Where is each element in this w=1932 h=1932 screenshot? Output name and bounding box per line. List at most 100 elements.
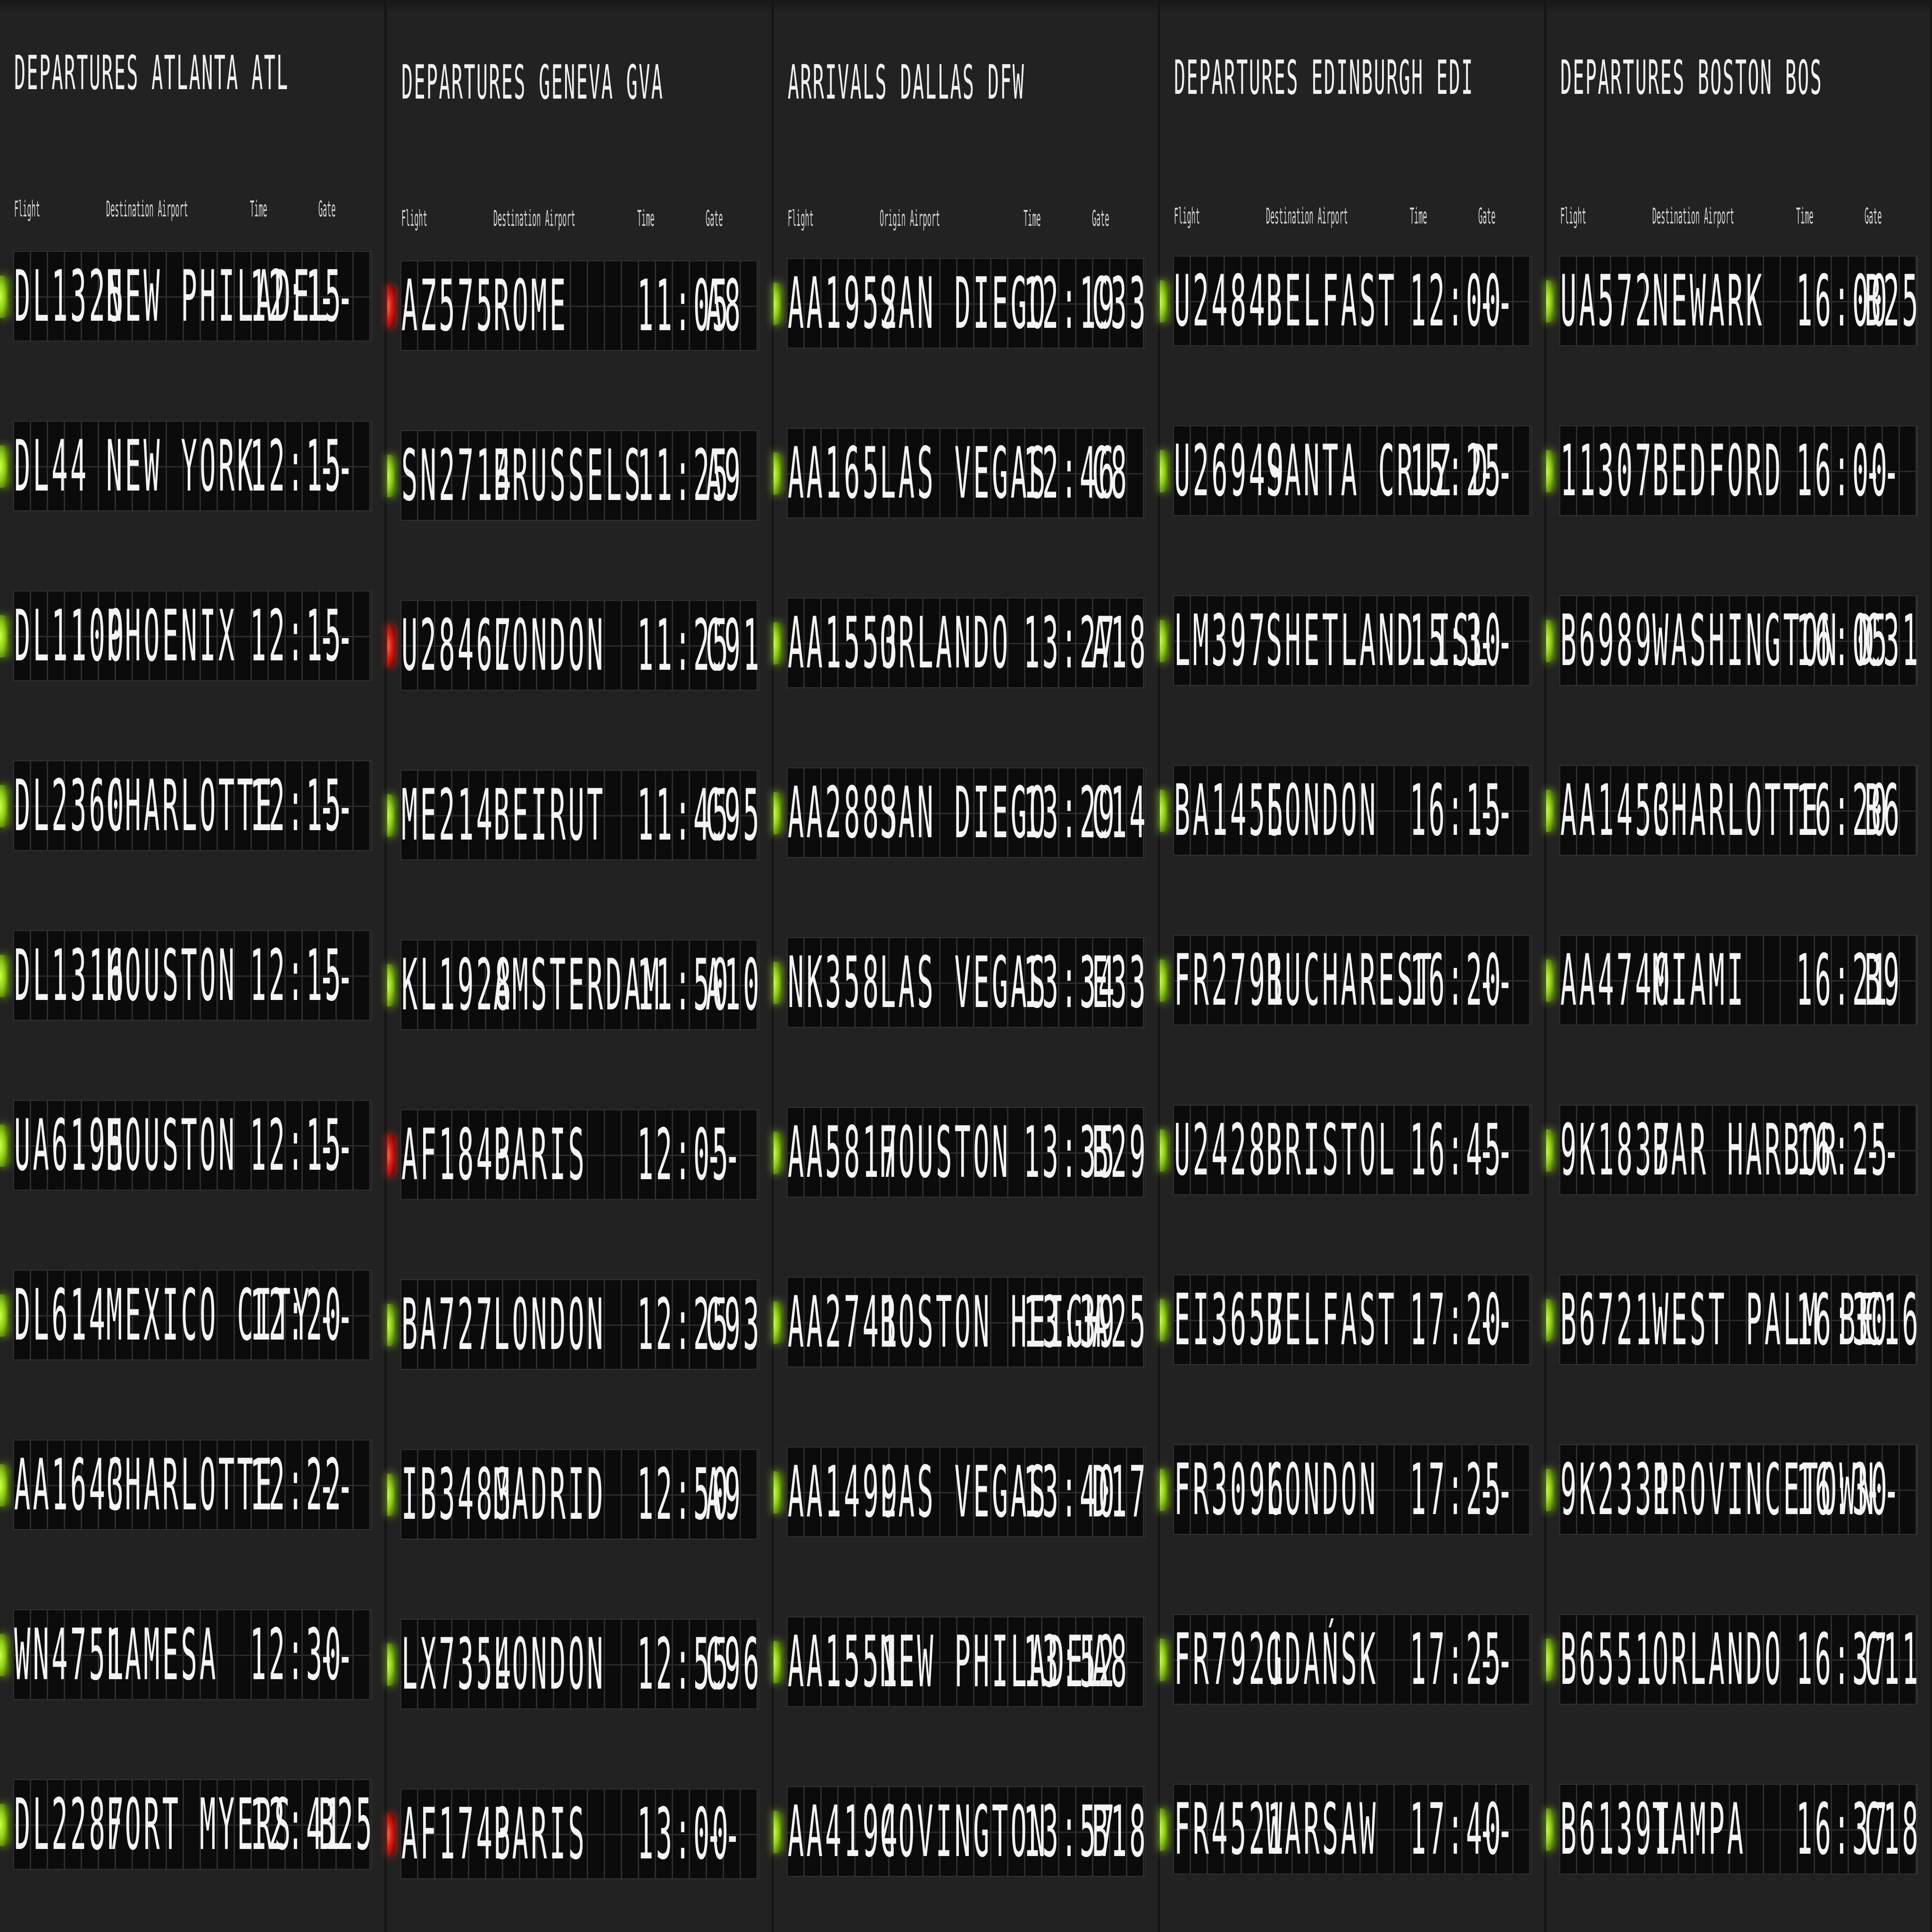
place-cell: ORLANDO: [880, 602, 1011, 684]
status-lamp-icon: [774, 452, 781, 495]
flight-row: EI3657 BELFAST 17:20 --: [1160, 1274, 1544, 1365]
gate-cell: A25: [1092, 1282, 1148, 1364]
column-header-time: Time: [637, 206, 655, 231]
status-lamp-icon: [774, 622, 781, 665]
column-header-place: Destination Airport: [493, 206, 575, 231]
gate-cell: --: [1478, 430, 1516, 512]
place-cell: TAMPA: [1652, 1789, 1746, 1871]
column-header-flight: Flight: [401, 206, 427, 231]
gate-cell: --: [1478, 1449, 1516, 1531]
place-cell: PARIS: [493, 1114, 587, 1196]
place-cell: LONDON: [493, 605, 606, 687]
gate-cell: B6: [1865, 770, 1902, 852]
flight-board-3: ARRIVALS DALLAS DFW Flight Origin Airport T…: [774, 0, 1160, 1932]
gate-cell: C8: [1092, 433, 1130, 515]
place-cell: GDAŃSK: [1266, 1619, 1378, 1701]
flight-row: B6721 WEST PALM BE 16:30 C16: [1546, 1274, 1930, 1365]
place-cell: WARSAW: [1266, 1789, 1378, 1871]
gate-cell: C33: [1092, 263, 1148, 345]
flight-cell: NK358: [788, 942, 882, 1024]
gate-cell: C93: [706, 1284, 762, 1366]
gate-cell: --: [318, 1274, 356, 1357]
gate-cell: B18: [1092, 1791, 1148, 1873]
status-lamp-icon: [1160, 1808, 1167, 1851]
flight-row: AF1743 PARIS 13:00 --: [387, 1789, 772, 1879]
flight-row: 9K2331 PROVINCETOWN 16:30 --: [1546, 1444, 1930, 1535]
status-lamp-icon: [1546, 280, 1554, 323]
place-cell: ORLANDO: [1652, 1619, 1783, 1701]
flight-row: LM397 SHETLAND ISL 15:30 --: [1160, 595, 1544, 686]
flight-board-5: DEPARTURES BOSTON BOS Flight Destination A…: [1546, 0, 1932, 1932]
flight-row: U2428 BRISTOL 16:45 --: [1160, 1105, 1544, 1195]
place-cell: BRISTOL: [1266, 1109, 1397, 1191]
status-lamp-icon: [774, 962, 781, 1004]
column-header-time: Time: [1024, 206, 1041, 231]
departure-boards: DEPARTURES ATLANTA ATL Flight Destination …: [0, 0, 1932, 1932]
column-header-time: Time: [250, 196, 267, 222]
flight-row: AA1553 ORLANDO 13:27 A18: [774, 598, 1158, 688]
status-lamp-icon: [774, 1641, 781, 1683]
place-cell: HOUSTON: [880, 1112, 1011, 1194]
status-lamp-icon: [0, 445, 8, 488]
flight-row: NK358 LAS VEGAS 13:34 E33: [774, 937, 1158, 1028]
flight-row: B6551 ORLANDO 16:37 C11: [1546, 1614, 1930, 1705]
gate-cell: C14: [1092, 772, 1148, 854]
place-cell: BEDFORD: [1652, 430, 1783, 512]
board-title: ARRIVALS DALLAS DFW: [788, 55, 1025, 110]
flight-board-4: DEPARTURES EDINBURGH EDI Flight Destinatio…: [1160, 0, 1546, 1932]
status-lamp-icon: [1546, 620, 1554, 662]
flight-row: KL1928 AMSTERDAM 11:50 A10: [387, 940, 772, 1030]
status-lamp-icon: [1546, 450, 1554, 492]
gate-cell: --: [1478, 1279, 1516, 1361]
flight-row: 11307 BEDFORD 16:00 --: [1546, 425, 1930, 516]
place-cell: LONDON: [1266, 1449, 1378, 1531]
status-lamp-icon: [387, 1643, 395, 1686]
column-header-gate: Gate: [706, 206, 723, 231]
status-lamp-icon: [1546, 1808, 1554, 1851]
flight-row: ME214 BEIRUT 11:45 C95: [387, 770, 772, 860]
gate-cell: --: [1478, 940, 1516, 1022]
gate-cell: --: [318, 595, 356, 677]
flight-cell: ME214: [401, 774, 495, 857]
flight-row: UA6195 HOUSTON 12:15 --: [0, 1100, 384, 1191]
place-cell: LAS VEGAS: [880, 1451, 1048, 1533]
gate-cell: A18: [1092, 602, 1148, 684]
gate-cell: E33: [1092, 942, 1148, 1024]
status-lamp-icon: [387, 1813, 395, 1856]
place-cell: SAN DIEGO: [880, 772, 1048, 854]
status-lamp-icon: [1160, 790, 1167, 832]
flight-row: FR3096 LONDON 17:25 --: [1160, 1444, 1544, 1535]
column-header-flight: Flight: [1174, 203, 1200, 229]
status-lamp-icon: [1160, 1469, 1167, 1511]
column-header-gate: Gate: [318, 196, 336, 222]
gate-cell: A8: [706, 265, 743, 347]
status-lamp-icon: [1160, 1639, 1167, 1681]
place-cell: CHARLOTTE: [1652, 770, 1821, 852]
status-lamp-icon: [0, 275, 8, 318]
place-cell: LONDON: [493, 1284, 606, 1366]
flight-cell: AZ575: [401, 265, 495, 347]
flight-row: B61391 TAMPA 16:37 C18: [1546, 1784, 1930, 1874]
flight-row: AA1643 CHARLOTTE 12:22 --: [0, 1440, 384, 1530]
column-header-place: Origin Airport: [880, 206, 940, 231]
flight-cell: 11307: [1560, 430, 1654, 512]
flight-cell: B6551: [1560, 1619, 1654, 1701]
place-cell: NEW YORK: [106, 425, 256, 508]
flight-row: FR4521 WARSAW 17:40 --: [1160, 1784, 1544, 1874]
flight-row: SN2714 BRUSSELS 11:25 A9: [387, 430, 772, 521]
column-header-time: Time: [1796, 203, 1814, 229]
flight-row: AA1499 LAS VEGAS 13:40 D17: [774, 1447, 1158, 1537]
status-lamp-icon: [387, 794, 395, 837]
gate-cell: --: [1478, 1619, 1516, 1701]
flight-row: FR7921 GDAŃSK 17:25 --: [1160, 1614, 1544, 1705]
status-lamp-icon: [1546, 790, 1554, 832]
column-header-gate: Gate: [1478, 203, 1496, 229]
flight-row: DL614 MEXICO CITY 12:20 --: [0, 1270, 384, 1360]
gate-cell: --: [318, 256, 356, 338]
flight-row: AA4194 COVINGTON 13:57 B18: [774, 1786, 1158, 1877]
place-cell: CHARLOTTE: [106, 765, 275, 847]
status-lamp-icon: [774, 1301, 781, 1344]
status-lamp-icon: [387, 964, 395, 1007]
place-cell: LONDON: [1266, 770, 1378, 852]
gate-cell: --: [1478, 260, 1516, 342]
